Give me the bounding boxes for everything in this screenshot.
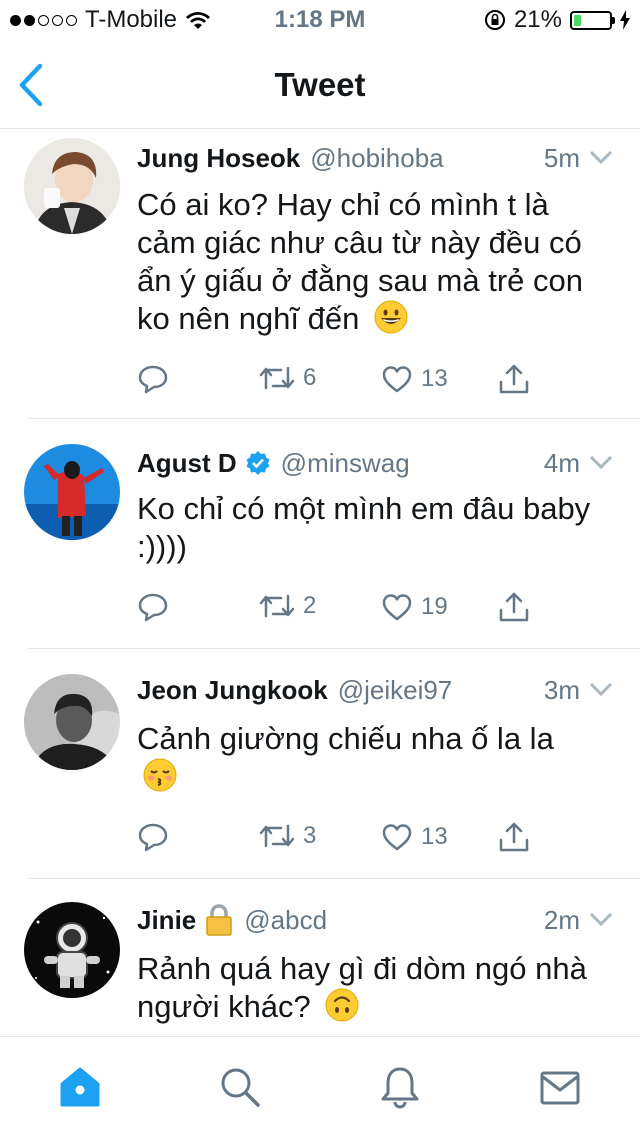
share-button[interactable] [497, 592, 531, 624]
tweet-body: Có ai ko? Hay chỉ có mình t là cảm giác … [137, 187, 583, 336]
status-bar: T-Mobile 1:18 PM 21% [0, 0, 640, 40]
reply-icon [138, 823, 168, 852]
avatar[interactable] [24, 138, 120, 234]
chevron-down-icon[interactable] [588, 910, 614, 928]
divider [28, 418, 640, 419]
like-button[interactable]: 13 [381, 822, 448, 852]
avatar[interactable] [24, 444, 120, 540]
retweet-count: 3 [303, 822, 317, 849]
orientation-lock-icon [484, 10, 505, 30]
kissing-face-closed-eyes-emoji-icon [143, 758, 177, 792]
home-icon[interactable] [58, 1065, 102, 1109]
share-button[interactable] [497, 822, 531, 854]
like-count: 13 [421, 365, 448, 392]
tweet[interactable]: Jung Hoseok @hobihoba 5m Có ai ko? Hay c… [0, 128, 640, 418]
tweet-actions: 6 13 [137, 364, 537, 400]
avatar[interactable] [24, 674, 120, 770]
charging-bolt-icon [620, 10, 630, 30]
share-button[interactable] [497, 364, 531, 396]
retweet-button[interactable]: 2 [259, 592, 316, 620]
retweet-button[interactable]: 3 [259, 822, 316, 850]
reply-button[interactable] [137, 592, 169, 622]
reply-icon [138, 593, 168, 622]
page-title: Tweet [274, 66, 366, 103]
navigation-bar: Tweet [0, 40, 640, 129]
tweet-text: Có ai ko? Hay chỉ có mình t là cảm giác … [137, 186, 610, 338]
like-button[interactable]: 19 [381, 592, 448, 622]
grinning-face-emoji-icon [374, 300, 408, 334]
tweet[interactable]: Jeon Jungkook @jeikei97 3m Cảnh giường c… [0, 650, 640, 876]
tweet-body: Cảnh giường chiếu nha ố la la [137, 721, 554, 756]
timestamp: 4m [543, 447, 580, 478]
timestamp: 2m [543, 904, 580, 935]
heart-icon [382, 594, 412, 621]
display-name[interactable]: Jinie [137, 905, 196, 936]
chevron-down-icon[interactable] [588, 453, 614, 471]
tweet-text: Ko chỉ có một mình em đâu baby :)))) [137, 490, 610, 566]
lock-icon [204, 904, 234, 936]
tweet-actions: 3 13 [137, 822, 537, 858]
share-icon [499, 592, 529, 622]
reply-icon [138, 365, 168, 394]
tweet[interactable]: Agust D @minswag 4m Ko chỉ có một mình e… [0, 420, 640, 646]
search-icon[interactable] [218, 1065, 262, 1109]
avatar[interactable] [24, 902, 120, 998]
tweet-body: Ko chỉ có một mình em đâu baby :)))) [137, 491, 591, 564]
like-count: 13 [421, 823, 448, 850]
like-count: 19 [421, 593, 448, 620]
upside-down-face-emoji-icon [325, 988, 359, 1022]
battery-icon [570, 10, 615, 30]
share-icon [499, 364, 529, 394]
username[interactable]: @abcd [244, 905, 327, 936]
divider [28, 878, 640, 879]
notifications-icon[interactable] [378, 1065, 422, 1109]
timestamp: 5m [543, 142, 580, 173]
display-name[interactable]: Jeon Jungkook [137, 675, 328, 706]
retweet-button[interactable]: 6 [259, 364, 316, 392]
tweet[interactable]: Jinie @abcd 2m Rảnh quá hay gì đi dòm ng… [0, 880, 640, 1036]
retweet-count: 2 [303, 592, 317, 619]
reply-button[interactable] [137, 822, 169, 852]
tab-bar [0, 1036, 640, 1137]
tweet-text: Rảnh quá hay gì đi dòm ngó nhà người khá… [137, 950, 610, 1026]
retweet-icon [259, 594, 295, 618]
username[interactable]: @hobihoba [310, 143, 443, 174]
tweet-text: Cảnh giường chiếu nha ố la la [137, 720, 577, 796]
chevron-down-icon[interactable] [588, 148, 614, 166]
timestamp: 3m [543, 674, 580, 705]
share-icon [499, 822, 529, 852]
reply-button[interactable] [137, 364, 169, 394]
retweet-icon [259, 824, 295, 848]
tweet-actions: 2 19 [137, 592, 537, 628]
retweet-icon [259, 366, 295, 390]
verified-badge-icon [245, 450, 271, 476]
heart-icon [382, 366, 412, 393]
tweet-body: Rảnh quá hay gì đi dòm ngó nhà người khá… [137, 951, 587, 1024]
battery-fill [574, 14, 582, 26]
divider [28, 648, 640, 649]
retweet-count: 6 [303, 364, 317, 391]
display-name[interactable]: Agust D [137, 448, 237, 479]
display-name[interactable]: Jung Hoseok [137, 143, 300, 174]
messages-icon[interactable] [538, 1065, 582, 1109]
chevron-down-icon[interactable] [588, 680, 614, 698]
username[interactable]: @jeikei97 [338, 675, 453, 706]
battery-percent: 21% [513, 6, 562, 33]
like-button[interactable]: 13 [381, 364, 448, 394]
username[interactable]: @minswag [281, 448, 410, 479]
heart-icon [382, 824, 412, 851]
